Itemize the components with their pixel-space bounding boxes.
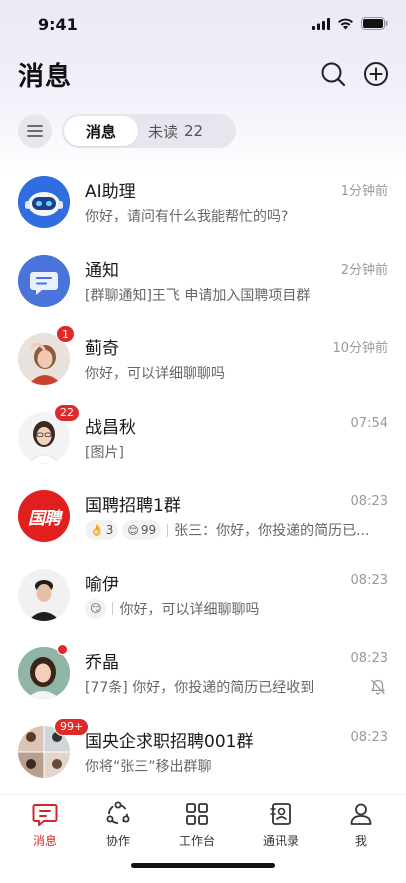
tab-unread[interactable]: 未读 22 bbox=[148, 114, 203, 148]
conversation-name: 国聘招聘1群 bbox=[85, 496, 181, 516]
conversation-preview: 张三：你好，你投递的简历已... bbox=[174, 523, 370, 539]
conversation-row[interactable]: 喻伊 08:23 😏 你好，可以详细聊聊吗 bbox=[0, 555, 406, 634]
conversation-row[interactable]: 国聘 国聘招聘1群 08:23 👌 3 😊 99 张三：你好，你投递的简历已..… bbox=[0, 476, 406, 555]
tab-collab[interactable]: 协作 bbox=[88, 801, 148, 849]
conversation-preview: 你好，可以详细聊聊吗 bbox=[85, 366, 225, 382]
conversation-name: 蓟奇 bbox=[85, 339, 119, 359]
conversation-name: 战昌秋 bbox=[85, 417, 136, 438]
tab-label: 工作台 bbox=[178, 834, 215, 848]
conversation-row[interactable]: 1 蓟奇 10分钟前 你好，可以详细聊聊吗 bbox=[0, 319, 406, 398]
robot-icon bbox=[18, 176, 70, 228]
search-icon bbox=[321, 62, 346, 87]
reaction-count: 3 bbox=[105, 523, 114, 537]
reaction-chip[interactable]: 😊 99 bbox=[122, 520, 162, 540]
home-indicator bbox=[131, 863, 275, 868]
status-icons bbox=[312, 17, 388, 30]
conversation-preview: [图片] bbox=[85, 444, 124, 461]
signal-icon bbox=[312, 17, 330, 30]
conversation-preview: 你好，请问有什么我能帮忙的吗? bbox=[85, 209, 289, 225]
bottom-tab-bar: 消息 协作 工作台 通讯录 我 bbox=[0, 794, 406, 883]
tab-messages[interactable]: 消息 bbox=[15, 801, 75, 849]
conversation-row[interactable]: 通知 2分钟前 [群聊通知]王飞 申请加入国聘项目群 bbox=[0, 241, 406, 320]
conversation-row[interactable]: 22 战昌秋 07:54 [图片] bbox=[0, 398, 406, 477]
thumbs-up-icon: 👌 bbox=[90, 523, 104, 537]
page-header: 消息 bbox=[0, 52, 406, 100]
profile-icon bbox=[348, 801, 374, 827]
divider bbox=[112, 602, 114, 615]
notification-avatar bbox=[18, 254, 70, 307]
tab-label: 通讯录 bbox=[262, 834, 299, 848]
conversation-preview: 你好，可以详细聊聊吗 bbox=[119, 601, 260, 618]
conversation-name: 通知 bbox=[85, 260, 119, 281]
conversation-row[interactable]: AI助理 1分钟前 你好，请问有什么我能帮忙的吗? bbox=[0, 162, 406, 241]
person-photo-icon bbox=[18, 568, 70, 621]
conversation-time: 08:23 bbox=[350, 651, 388, 666]
conversation-row[interactable]: 乔晶 08:23 [77条] 你好，你投递的简历已经收到 bbox=[0, 633, 406, 712]
tab-all-messages[interactable]: 消息 bbox=[64, 116, 138, 146]
conversation-time: 08:23 bbox=[350, 572, 388, 588]
battery-icon bbox=[361, 17, 388, 30]
message-icon bbox=[32, 801, 58, 827]
conversation-row[interactable]: 99+ 国央企求职招聘001群 08:23 你将“张三”移出群聊 bbox=[0, 712, 406, 791]
conversation-time: 1分钟前 bbox=[340, 184, 388, 199]
tab-unread-count: 22 bbox=[184, 122, 204, 140]
guopin-logo-avatar: 国聘 bbox=[18, 490, 70, 542]
hamburger-icon bbox=[27, 125, 43, 137]
conversation-preview: 你将“张三”移出群聊 bbox=[85, 758, 212, 775]
conversation-name: AI助理 bbox=[85, 182, 136, 202]
chat-bubble-icon bbox=[18, 254, 70, 307]
tab-label: 消息 bbox=[32, 834, 57, 848]
conversation-list: AI助理 1分钟前 你好，请问有什么我能帮忙的吗? 通知 2分钟前 [群聊通知]… bbox=[0, 162, 406, 790]
conversation-name: 乔晶 bbox=[85, 653, 119, 673]
conversation-time: 10分钟前 bbox=[332, 341, 388, 356]
tab-contacts[interactable]: 通讯录 bbox=[251, 801, 311, 849]
guopin-logo-text: 国聘 bbox=[28, 508, 61, 529]
plus-circle-icon bbox=[364, 62, 388, 86]
message-filter-segment: 消息 未读 22 bbox=[62, 114, 236, 148]
unread-badge: 22 bbox=[54, 403, 80, 422]
menu-button[interactable] bbox=[18, 114, 52, 148]
tab-label: 我 bbox=[354, 834, 367, 848]
tab-workbench[interactable]: 工作台 bbox=[167, 801, 227, 849]
tab-profile[interactable]: 我 bbox=[331, 801, 391, 849]
status-bar: 9:41 bbox=[0, 0, 406, 50]
emoji-icon: 😏 bbox=[90, 602, 102, 615]
divider bbox=[167, 523, 169, 537]
robot-avatar bbox=[18, 176, 70, 228]
contacts-icon bbox=[268, 801, 294, 827]
add-button[interactable] bbox=[362, 60, 390, 88]
filter-row: 消息 未读 22 bbox=[0, 114, 406, 150]
unread-dot bbox=[57, 644, 68, 655]
mute-bell-icon bbox=[371, 679, 385, 695]
workbench-icon bbox=[184, 801, 210, 827]
collab-icon bbox=[105, 801, 131, 827]
conversation-time: 08:23 bbox=[350, 494, 388, 509]
reaction-count: 99 bbox=[140, 523, 157, 537]
conversation-time: 2分钟前 bbox=[340, 262, 388, 278]
conversation-name: 国央企求职招聘001群 bbox=[85, 731, 254, 752]
reaction-chip[interactable]: 😏 bbox=[85, 598, 107, 619]
unread-badge: 99+ bbox=[54, 717, 90, 736]
wifi-icon bbox=[338, 18, 353, 29]
smile-icon: 😊 bbox=[127, 523, 139, 537]
tab-label: 协作 bbox=[105, 834, 130, 848]
unread-badge: 1 bbox=[56, 325, 75, 343]
conversation-preview-row: 👌 3 😊 99 张三：你好，你投递的简历已... bbox=[85, 520, 369, 540]
person-avatar bbox=[18, 568, 70, 621]
conversation-preview: [77条] 你好，你投递的简历已经收到 bbox=[85, 680, 315, 696]
conversation-time: 08:23 bbox=[350, 729, 388, 745]
status-time: 9:41 bbox=[38, 15, 78, 34]
search-button[interactable] bbox=[319, 60, 347, 88]
conversation-preview: [群聊通知]王飞 申请加入国聘项目群 bbox=[85, 287, 311, 304]
page-title: 消息 bbox=[18, 62, 73, 92]
conversation-name: 喻伊 bbox=[85, 574, 119, 595]
reaction-chip[interactable]: 👌 3 bbox=[85, 520, 119, 540]
conversation-preview-row: 😏 你好，可以详细聊聊吗 bbox=[85, 598, 260, 619]
conversation-time: 07:54 bbox=[350, 415, 388, 431]
tab-unread-label: 未读 bbox=[148, 122, 179, 141]
